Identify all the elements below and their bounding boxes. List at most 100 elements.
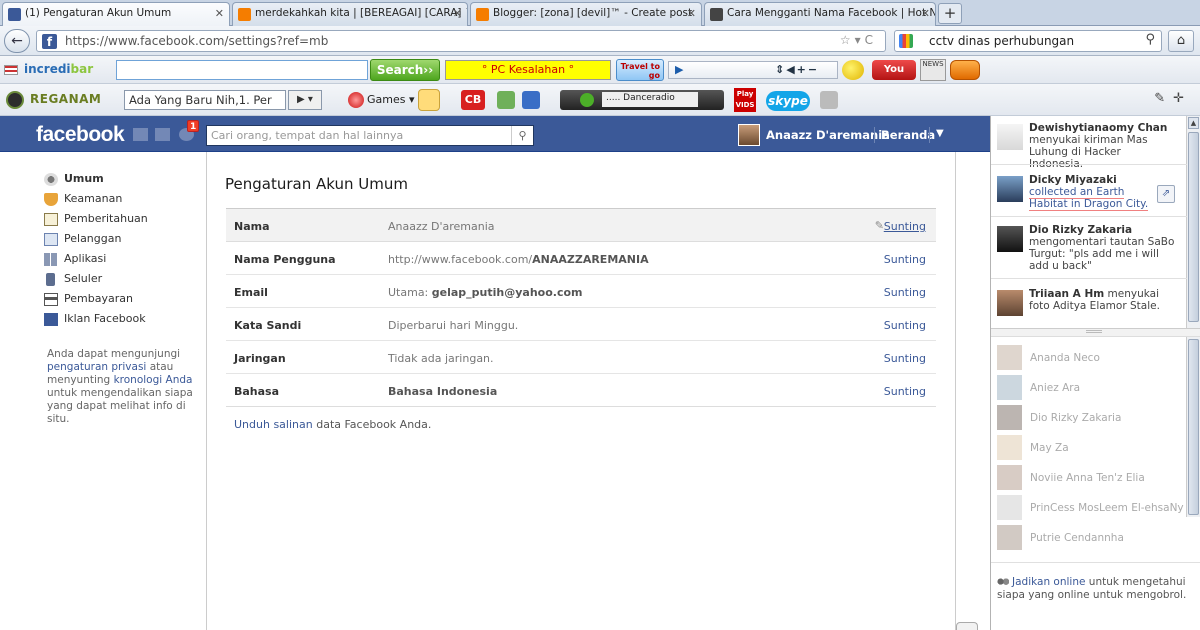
chat-scrollbar[interactable]	[1186, 337, 1200, 517]
reganam-logo-icon[interactable]	[6, 91, 24, 109]
reganam-brand[interactable]: REGANAM	[30, 92, 101, 106]
playvids-button[interactable]: Play VIDS	[734, 88, 756, 112]
radio-station-select[interactable]: ..... Danceradio	[602, 92, 698, 107]
go-online-link[interactable]: Jadikan online	[1012, 576, 1085, 588]
ticker-name[interactable]: Dicky Miyazaki	[1029, 174, 1117, 186]
news-dropdown[interactable]: Ada Yang Baru Nih,1. Per	[124, 90, 286, 110]
search-icon[interactable]: ⚲	[1145, 32, 1155, 47]
settings-row-nama-pengguna[interactable]: Nama Pengguna http://www.facebook.com/AN…	[226, 242, 936, 275]
sidebar-item-pelanggan[interactable]: Pelanggan	[38, 230, 206, 250]
back-button[interactable]: ←	[4, 29, 30, 53]
sidebar-item-pemberitahuan[interactable]: Pemberitahuan	[38, 210, 206, 230]
mail-icon[interactable]	[950, 60, 980, 80]
home-button[interactable]: ⌂	[1168, 30, 1194, 52]
close-tab-icon[interactable]: ✕	[687, 7, 696, 20]
edit-link[interactable]: Sunting	[884, 352, 926, 365]
edit-link[interactable]: Sunting	[884, 253, 926, 266]
incredibar-logo[interactable]: incredibar	[24, 62, 93, 76]
home-link[interactable]: Beranda	[881, 128, 935, 142]
settings-row-jaringan[interactable]: Jaringan Tidak ada jaringan. Sunting	[226, 341, 936, 374]
scroll-up-icon[interactable]: ▲	[1188, 117, 1199, 129]
chat-friend[interactable]: PrinCess MosLeem El-ehsaNy	[997, 495, 1187, 521]
external-link-icon[interactable]: ⇗	[1157, 185, 1175, 203]
search-placeholder: Cari orang, tempat dan hal lainnya	[211, 129, 404, 142]
sidebar-item-seluler[interactable]: Seluler	[38, 270, 206, 290]
ticker-story[interactable]: Dio Rizky Zakaria mengomentari tautan Sa…	[997, 224, 1175, 272]
tab-merdekahkah[interactable]: merdekahkah kita | [BEREAGAI] [CARA] ™ ✕	[232, 2, 468, 26]
edit-link[interactable]: Sunting	[884, 286, 926, 299]
close-tab-icon[interactable]: ✕	[215, 7, 224, 20]
games-menu[interactable]: Games ▾	[348, 92, 415, 108]
messages-icon[interactable]	[155, 128, 170, 141]
monitor-icon[interactable]	[522, 91, 540, 109]
edit-link[interactable]: Sunting	[884, 220, 926, 233]
edit-link[interactable]: Sunting	[884, 319, 926, 332]
skype-button[interactable]: skype	[766, 91, 810, 111]
privacy-settings-link[interactable]: pengaturan privasi	[47, 361, 146, 373]
chat-friend-name: Aniez Ara	[1030, 382, 1080, 394]
settings-row-kata-sandi[interactable]: Kata Sandi Diperbarui hari Minggu. Sunti…	[226, 308, 936, 341]
radio-play-icon[interactable]	[580, 93, 594, 107]
ticker-story[interactable]: Triiaan A Hm menyukai foto Aditya Elamor…	[997, 288, 1175, 316]
radio-player[interactable]: ..... Danceradio	[560, 90, 724, 110]
new-tab-button[interactable]: +	[938, 3, 962, 24]
url-bar[interactable]: f https://www.facebook.com/settings?ref=…	[36, 30, 886, 52]
close-tab-icon[interactable]: ✕	[921, 7, 930, 20]
news-play-button[interactable]: ▶ ▾	[288, 90, 322, 110]
ticker-name[interactable]: Triiaan A Hm	[1029, 288, 1104, 300]
facebook-logo[interactable]: facebook	[36, 123, 125, 147]
ticker-story[interactable]: Dewishytianaomy Chan menyukai kiriman Ma…	[997, 122, 1175, 170]
tab-cara-mengganti[interactable]: Cara Mengganti Nama Facebook | Hot Ne...…	[704, 2, 936, 26]
flag-icon[interactable]	[4, 65, 18, 75]
toolbar-tools-icon[interactable]: ✎✛	[1154, 91, 1192, 106]
media-player[interactable]: ▶ ⇕◀+−	[668, 61, 838, 79]
tab-blogger-create-post[interactable]: Blogger: [zona] [devil]™ - Create post ✕	[470, 2, 702, 26]
ticker-scrollbar[interactable]: ▲	[1186, 116, 1200, 328]
chat-friend[interactable]: Noviie Anna Ten'z Elia	[997, 465, 1187, 491]
tab-pengaturan-akun[interactable]: (1) Pengaturan Akun Umum ✕	[2, 2, 230, 27]
sidebar-item-pembayaran[interactable]: Pembayaran	[38, 290, 206, 310]
download-copy-link[interactable]: Unduh salinan	[234, 418, 313, 431]
chat-friend[interactable]: Dio Rizky Zakaria	[997, 405, 1187, 431]
chat-friend[interactable]: May Za	[997, 435, 1187, 461]
chat-resize-handle[interactable]	[991, 328, 1200, 337]
scroll-thumb[interactable]	[1188, 132, 1199, 322]
gamepad-icon[interactable]	[820, 91, 838, 109]
settings-row-bahasa[interactable]: Bahasa Bahasa Indonesia Sunting	[226, 374, 936, 407]
sidebar-item-umum[interactable]: Umum	[38, 170, 206, 190]
sidebar-item-aplikasi[interactable]: Aplikasi	[38, 250, 206, 270]
chat-friend[interactable]: Ananda Neco	[997, 345, 1187, 371]
ticker-name[interactable]: Dio Rizky Zakaria	[1029, 224, 1132, 236]
scroll-thumb[interactable]	[1188, 339, 1199, 515]
close-tab-icon[interactable]: ✕	[453, 7, 462, 20]
ticker-story[interactable]: Dicky Miyazaki collected an Earth Habita…	[997, 174, 1175, 211]
sidebar-item-keamanan[interactable]: Keamanan	[38, 190, 206, 210]
chat-friend[interactable]: Aniez Ara	[997, 375, 1187, 401]
edit-link[interactable]: Sunting	[884, 385, 926, 398]
travel-to-go-button[interactable]: Travel to go	[616, 59, 664, 81]
facebook-search-input[interactable]: Cari orang, tempat dan hal lainnya ⚲	[206, 125, 534, 146]
account-menu-chevron-icon[interactable]: ▼	[936, 128, 944, 139]
cartoon-face-icon[interactable]	[418, 89, 440, 111]
cb-button[interactable]: CB	[461, 90, 485, 110]
bookmark-icon[interactable]	[497, 91, 515, 109]
chat-friend[interactable]: Putrie Cendannha	[997, 525, 1187, 551]
incredibar-search-input[interactable]	[116, 60, 368, 80]
search-icon[interactable]: ⚲	[511, 126, 533, 145]
ticker-name[interactable]: Dewishytianaomy Chan	[1029, 122, 1167, 134]
settings-row-nama[interactable]: Nama Anaazz D'aremania ✎ Sunting	[226, 209, 936, 242]
volume-controls[interactable]: ⇕◀+−	[775, 63, 819, 76]
pacman-icon[interactable]	[842, 60, 864, 80]
bookmark-star-icon[interactable]: ☆▾C	[840, 33, 877, 47]
incredibar-search-button[interactable]: Search››	[370, 59, 440, 81]
news-button[interactable]: NEWS	[920, 59, 946, 81]
youtube-button[interactable]: You Tube	[872, 60, 916, 95]
pc-error-ticker[interactable]: ° PC Kesalahan °	[445, 60, 611, 80]
chat-tab-button[interactable]	[956, 622, 978, 630]
play-icon[interactable]: ▶	[675, 63, 683, 76]
friend-requests-icon[interactable]	[133, 128, 148, 141]
timeline-link[interactable]: kronologi Anda	[114, 374, 193, 386]
sidebar-item-iklan-facebook[interactable]: Iklan Facebook	[38, 310, 206, 330]
browser-search-box[interactable]: cctv dinas perhubungan ⚲	[894, 30, 1162, 52]
settings-row-email[interactable]: Email Utama: gelap_putih@yahoo.com Sunti…	[226, 275, 936, 308]
